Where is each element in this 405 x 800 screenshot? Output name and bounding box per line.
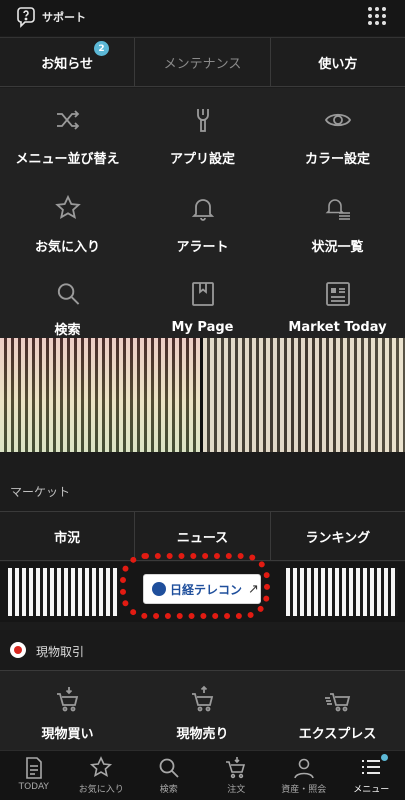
star-icon [90,756,113,778]
promo-banner-left[interactable] [0,338,200,452]
tab-notices-label: お知らせ [41,56,94,72]
menu-item-label: お気に入り [34,240,100,255]
tab-how-to-use-label: 使い方 [318,56,358,72]
bell-icon [191,199,214,221]
menu-item-label: カラー設定 [304,152,370,167]
nikkei-logo-icon [152,582,166,596]
cart-buy-icon [56,687,78,712]
menu-item-label: 検索 [54,323,81,338]
external-link-icon: ↗ [248,581,259,597]
bookmark-icon [191,282,214,306]
partner-link-left[interactable] [8,568,118,616]
cash-trading-grid: 現物買い 現物売り エクスプレス [0,670,405,750]
bell-list-icon [325,199,350,220]
promo-banner-right[interactable] [203,338,405,452]
search-icon [159,758,179,778]
nav-search[interactable]: 検索 [135,751,203,800]
person-icon [293,758,314,779]
cash-item-label: 現物売り [176,727,229,742]
nikkei-telecom-label: 日経テレコン [170,582,243,597]
nav-today[interactable]: TODAY [0,751,68,800]
menu-item-my-page[interactable]: My Page [135,262,270,338]
star-icon [54,194,81,220]
top-bar: サポート [0,0,405,36]
menu-item-favorites[interactable]: お気に入り [0,176,135,262]
cart-express-icon [324,693,350,712]
menu-item-label: 状況一覧 [311,240,364,255]
apps-grid-icon[interactable] [365,4,389,28]
nikkei-telecom-link[interactable]: 日経テレコン ↗ [143,574,261,604]
nav-label: メニュー [353,785,390,795]
menu-item-app-settings[interactable]: アプリ設定 [135,88,270,176]
nav-label: 資産・照会 [281,785,327,795]
nav-notification-dot [380,754,388,761]
nav-menu[interactable]: メニュー [338,751,405,800]
shuffle-icon [56,110,79,130]
menu-item-alert[interactable]: アラート [135,176,270,262]
tab-label: 市況 [54,530,81,546]
japan-flag-icon [10,642,26,658]
partner-link-right[interactable] [286,568,398,616]
tab-maintenance[interactable]: メンテナンス [135,38,271,86]
cash-express-button[interactable]: エクスプレス [270,671,405,750]
tab-ranking[interactable]: ランキング [271,512,405,560]
tab-market-conditions[interactable]: 市況 [0,512,136,560]
nav-assets[interactable]: 資産・照会 [270,751,338,800]
menu-item-search[interactable]: 検索 [0,262,135,338]
wrench-icon [196,109,209,132]
market-section-label: マーケット [10,485,71,499]
menu-item-label: アプリ設定 [169,152,235,167]
eye-icon [324,113,351,127]
search-icon [57,283,79,305]
tab-how-to-use[interactable]: 使い方 [271,38,405,86]
menu-item-label: My Page [171,320,234,335]
nav-favorites[interactable]: お気に入り [68,751,136,800]
menu-list-icon [362,760,381,774]
newspaper-icon [325,282,350,306]
cart-order-icon [226,757,246,779]
support-label[interactable]: サポート [42,9,86,25]
nav-order[interactable]: 注文 [203,751,271,800]
menu-item-market-today[interactable]: Market Today [270,262,405,338]
menu-item-label: メニュー並び替え [15,152,120,167]
cash-sell-button[interactable]: 現物売り [135,671,270,750]
promo-banner-image [203,338,405,452]
promo-banners [0,338,405,452]
notification-badge: 2 [94,41,109,56]
menu-grid: メニュー並び替え アプリ設定 カラー設定 お気に入り アラート 状況一覧 検索 … [0,88,405,338]
bottom-navigation: TODAY お気に入り 検索 注文 資産・照会 メニュー [0,750,405,800]
promo-banner-image [0,338,200,452]
cart-sell-icon [191,685,213,712]
nav-label: TODAY [18,782,49,792]
question-bubble-icon[interactable] [14,5,38,29]
cash-item-label: 現物買い [41,727,94,742]
menu-item-reorder[interactable]: メニュー並び替え [0,88,135,176]
tab-label: ニュース [176,530,229,546]
menu-item-label: アラート [176,240,229,255]
cash-buy-button[interactable]: 現物買い [0,671,135,750]
tab-notices[interactable]: お知らせ 2 [0,38,136,86]
nav-label: 注文 [227,785,246,795]
nav-label: お気に入り [78,785,124,795]
tab-label: ランキング [305,530,371,546]
menu-item-color-settings[interactable]: カラー設定 [270,88,405,176]
nav-label: 検索 [159,785,178,795]
menu-item-label: Market Today [288,320,387,335]
cash-item-label: エクスプレス [298,727,377,742]
cash-trading-label: 現物取引 [36,645,85,659]
tab-maintenance-label: メンテナンス [163,56,242,72]
header-tabs: お知らせ 2 メンテナンス 使い方 [0,37,405,87]
menu-item-status-list[interactable]: 状況一覧 [270,176,405,262]
today-doc-icon [25,757,42,779]
